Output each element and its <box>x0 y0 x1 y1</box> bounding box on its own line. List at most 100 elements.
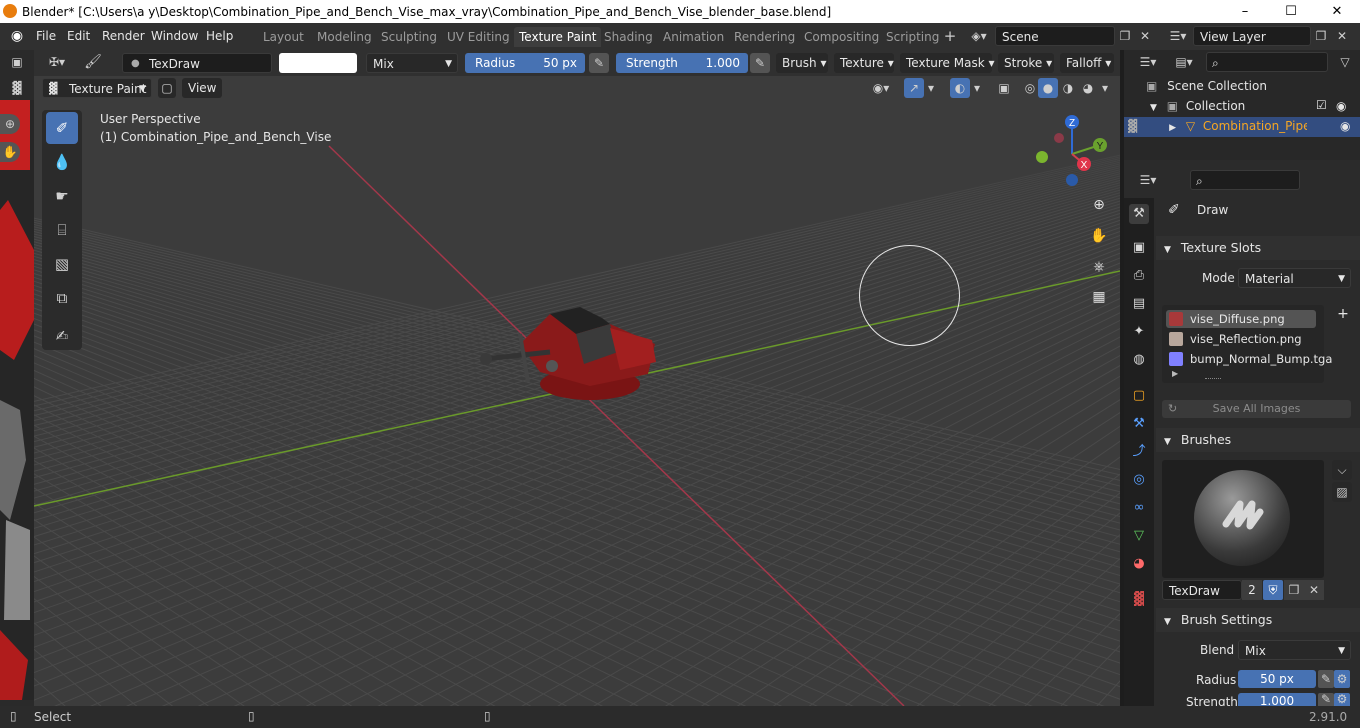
data-tab-icon[interactable]: ▽ <box>1129 526 1149 546</box>
brush-blend-dropdown[interactable]: Mix ▼ <box>1238 640 1351 660</box>
paint-mask-icon[interactable]: ▢ <box>158 78 176 98</box>
particles-tab-icon[interactable]: ⤴ <box>1129 442 1149 462</box>
texture-tab-icon[interactable]: ▓ <box>1129 590 1149 610</box>
menu-file[interactable]: File <box>36 29 56 43</box>
texture-menu[interactable]: Texture ▾ <box>834 53 894 73</box>
list-resize-grip[interactable] <box>1205 378 1221 386</box>
visibility-eye-icon[interactable]: ◉ <box>1336 99 1346 113</box>
strength-prop-slider[interactable]: 1.000 <box>1238 693 1316 706</box>
pan-view-icon[interactable]: ✋ <box>1087 224 1111 248</box>
annotate-tool-icon[interactable]: ✍ <box>46 320 78 352</box>
mask-tool-icon[interactable]: ⧉ <box>46 282 78 314</box>
radius-pressure-prop-icon[interactable]: ✎ <box>1318 670 1334 688</box>
fake-user-shield-icon[interactable]: ⛨ <box>1263 580 1283 600</box>
texture-slot-item[interactable]: bump_Normal_Bump.tga <box>1166 350 1332 368</box>
ortho-grid-icon[interactable]: ▦ <box>1087 285 1111 309</box>
delete-view-layer-icon[interactable]: ✕ <box>1333 26 1351 46</box>
stroke-menu[interactable]: Stroke ▾ <box>998 53 1054 73</box>
object-row[interactable]: ▓ ▶ ▽ Combination_Pipe_and_Bench_Vise ◉ <box>1128 119 1360 133</box>
new-scene-icon[interactable]: ❐ <box>1116 26 1134 46</box>
paint-brush-icon[interactable]: 🖌 <box>82 52 104 72</box>
falloff-menu[interactable]: Falloff ▾ <box>1060 53 1114 73</box>
overlays-dropdown-icon[interactable]: ▾ <box>970 78 984 98</box>
texture-slots-header[interactable]: ▼ Texture Slots <box>1156 236 1360 260</box>
shading-solid-icon[interactable]: ● <box>1038 78 1058 98</box>
strength-pressure-prop-icon[interactable]: ✎ <box>1318 693 1334 706</box>
view-menu[interactable]: View <box>182 78 223 98</box>
shading-wireframe-icon[interactable]: ◎ <box>1020 78 1040 98</box>
texture-slot-item[interactable]: vise_Diffuse.png <box>1166 310 1316 328</box>
zoom-view-icon[interactable]: ⊕ <box>1087 193 1111 217</box>
radius-unit-icon[interactable]: ⚙ <box>1334 670 1350 688</box>
tab-animation[interactable]: Animation <box>658 27 729 47</box>
close-button[interactable]: ✕ <box>1314 0 1360 23</box>
strength-unit-icon[interactable]: ⚙ <box>1334 693 1350 706</box>
shading-rendered-icon[interactable]: ◕ <box>1078 78 1098 98</box>
3d-viewport[interactable]: ✐ 💧 ☛ ⌸ ▧ ⧉ ✍ User Perspective (1) Combi… <box>34 76 1120 706</box>
view-layer-icon[interactable]: ☰▾ <box>1165 26 1191 46</box>
visibility-eye-icon[interactable]: ◉▾ <box>866 78 896 98</box>
brushes-header[interactable]: ▼ Brushes <box>1156 428 1360 452</box>
strength-slider[interactable]: Strength 1.000 <box>616 53 748 73</box>
brush-preview-expand-icon[interactable]: ⌵ <box>1332 460 1352 480</box>
scene-collection-row[interactable]: ▣ Scene Collection <box>1146 79 1267 93</box>
soften-tool-icon[interactable]: 💧 <box>46 146 78 178</box>
tab-modeling[interactable]: Modeling <box>312 27 377 47</box>
menu-render[interactable]: Render <box>102 29 145 43</box>
duplicate-brush-icon[interactable]: ❐ <box>1284 580 1304 600</box>
output-tab-icon[interactable]: ⎙ <box>1129 266 1149 286</box>
checker-icon[interactable]: ▓ <box>6 78 28 98</box>
mode-dropdown[interactable]: ▓ Texture Paint ▼ <box>42 78 152 98</box>
xray-icon[interactable]: ▣ <box>994 78 1014 98</box>
filter-icon[interactable]: ▽ <box>1336 52 1354 72</box>
tab-texture-paint[interactable]: Texture Paint <box>514 27 602 47</box>
list-expand-icon[interactable]: ▶ <box>1172 369 1178 378</box>
brush-settings-header[interactable]: ▼ Brush Settings <box>1156 608 1360 632</box>
radius-prop-slider[interactable]: 50 px <box>1238 670 1316 688</box>
brush-image-icon[interactable]: ▨ <box>1332 482 1352 502</box>
save-all-images-button[interactable]: ↻ Save All Images <box>1162 400 1351 418</box>
tab-rendering[interactable]: Rendering <box>729 27 800 47</box>
properties-editor-icon[interactable]: ☰▾ <box>1134 170 1162 190</box>
add-slot-icon[interactable]: + <box>1334 305 1352 323</box>
tab-compositing[interactable]: Compositing <box>799 27 884 47</box>
maximize-button[interactable]: ☐ <box>1268 0 1314 23</box>
delete-scene-icon[interactable]: ✕ <box>1136 26 1154 46</box>
radius-pressure-icon[interactable]: ✎ <box>589 53 609 73</box>
properties-search-input[interactable]: ⌕ <box>1190 170 1300 190</box>
outliner-search-input[interactable]: ⌕ <box>1206 52 1328 72</box>
draw-tool-icon[interactable]: ✐ <box>46 112 78 144</box>
menu-edit[interactable]: Edit <box>67 29 90 43</box>
modifier-tab-icon[interactable]: ⚒ <box>1129 414 1149 434</box>
object-tab-icon[interactable]: ▢ <box>1129 386 1149 406</box>
menu-window[interactable]: Window <box>151 29 198 43</box>
editor-type-icon[interactable]: ▣ <box>6 52 28 72</box>
brush-name-field[interactable]: ● TexDraw <box>122 53 272 73</box>
gizmo-toggle-icon[interactable]: ↗ <box>904 78 924 98</box>
tab-layout[interactable]: Layout <box>258 27 309 47</box>
blend-dropdown[interactable]: Mix ▼ <box>366 53 458 73</box>
blender-menu-icon[interactable]: ◉ <box>6 26 28 46</box>
scene-tab-icon[interactable]: ✦ <box>1129 322 1149 342</box>
view-layer-field[interactable]: View Layer <box>1193 26 1311 46</box>
render-tab-icon[interactable]: ▣ <box>1129 238 1149 258</box>
navigation-gizmo[interactable]: Z Y X <box>1032 114 1112 194</box>
display-mode-icon[interactable]: ▤▾ <box>1170 52 1198 72</box>
pan-hand-icon[interactable]: ✋ <box>0 142 20 162</box>
tab-scripting[interactable]: Scripting <box>881 27 944 47</box>
view-layer-tab-icon[interactable]: ▤ <box>1129 294 1149 314</box>
slot-mode-dropdown[interactable]: Material ▼ <box>1238 268 1351 288</box>
tab-uv-editing[interactable]: UV Editing <box>442 27 515 47</box>
constraints-tab-icon[interactable]: ∞ <box>1129 498 1149 518</box>
brush-name-input[interactable]: TexDraw <box>1162 580 1242 600</box>
scene-field[interactable]: Scene <box>995 26 1115 46</box>
fill-tool-icon[interactable]: ▧ <box>46 248 78 280</box>
brush-menu[interactable]: Brush ▾ <box>776 53 828 73</box>
world-tab-icon[interactable]: ◍ <box>1129 350 1149 370</box>
brush-users-count[interactable]: 2 <box>1242 580 1262 600</box>
shading-material-icon[interactable]: ◑ <box>1058 78 1078 98</box>
overlays-toggle-icon[interactable]: ◐ <box>950 78 970 98</box>
editor-type-3d-icon[interactable]: ✠▾ <box>42 52 72 72</box>
visibility-eye-icon[interactable]: ◉ <box>1340 119 1350 133</box>
tab-shading[interactable]: Shading <box>599 27 658 47</box>
